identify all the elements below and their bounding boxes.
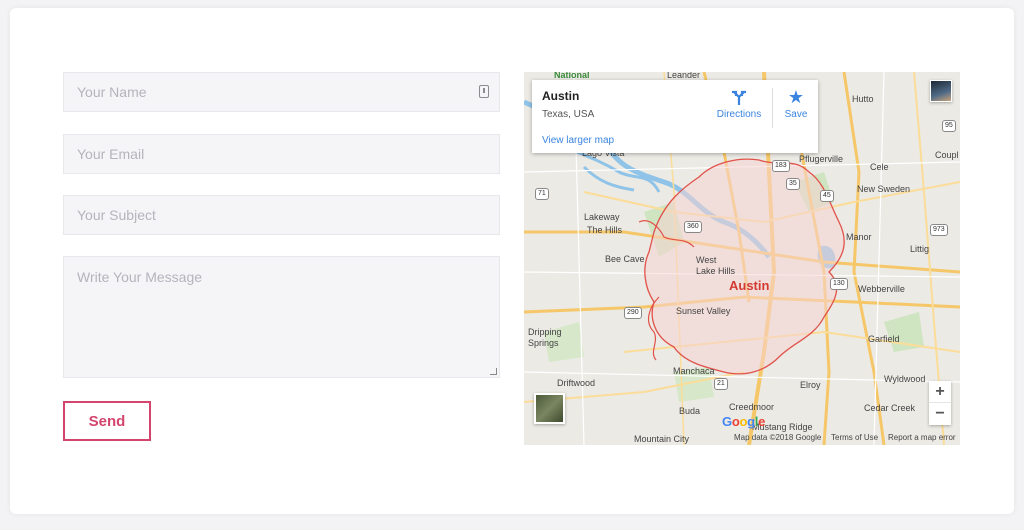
- place-label: National: [554, 72, 590, 80]
- view-larger-map-link[interactable]: View larger map: [542, 135, 614, 146]
- save-button[interactable]: ★ Save: [779, 88, 813, 120]
- zoom-out-button[interactable]: −: [929, 403, 951, 425]
- place-label: Manchaca: [673, 366, 715, 376]
- star-icon: ★: [787, 87, 805, 107]
- place-label: Cedar Creek: [864, 403, 916, 413]
- place-label: West Lake Hills: [696, 255, 736, 276]
- highway-shield: 183: [772, 160, 790, 172]
- email-placeholder: Your Email: [77, 146, 145, 162]
- place-label: Hutto: [852, 94, 874, 104]
- place-label: Driftwood: [557, 378, 596, 388]
- place-label: Coupl: [935, 150, 959, 160]
- email-input[interactable]: Your Email: [63, 134, 500, 174]
- place-label: Garfield: [868, 334, 900, 344]
- place-label: Dripping Springs: [528, 327, 562, 348]
- highway-shield: 130: [830, 278, 848, 290]
- highway-shield: 290: [624, 307, 642, 319]
- name-placeholder: Your Name: [77, 84, 147, 100]
- satellite-toggle-button[interactable]: [534, 393, 565, 424]
- highway-shield: 21: [714, 378, 728, 390]
- place-label: Pflugerville: [799, 154, 844, 164]
- google-logo: Google: [722, 414, 766, 429]
- highway-shield: 973: [930, 224, 948, 236]
- subject-placeholder: Your Subject: [77, 207, 156, 223]
- place-label: Creedmoor: [729, 402, 775, 412]
- highway-shield: 360: [684, 221, 702, 233]
- place-label: The Hills: [587, 225, 623, 235]
- resize-handle-icon[interactable]: [490, 368, 497, 375]
- save-label: Save: [784, 109, 808, 120]
- directions-icon: [732, 90, 746, 105]
- place-label: Littig: [910, 244, 930, 254]
- place-label: Wyldwood: [884, 374, 926, 384]
- google-map[interactable]: National Leander Hutto Lago Vista Pfluge…: [524, 72, 960, 445]
- highway-shield: 71: [535, 188, 549, 200]
- place-label: New Sweden: [857, 184, 911, 194]
- directions-label: Directions: [716, 109, 762, 120]
- map-data-text: Map data ©2018 Google: [734, 433, 822, 442]
- place-label: Leander: [667, 72, 701, 80]
- highway-shield: 45: [820, 190, 834, 202]
- place-label: Cele: [870, 162, 889, 172]
- place-label: Lakeway: [584, 212, 620, 222]
- name-input[interactable]: Your Name: [63, 72, 500, 112]
- infobox-divider: [772, 88, 773, 128]
- contact-card: Your Name Your Email Your Subject Write …: [10, 8, 1014, 514]
- message-placeholder: Write Your Message: [77, 269, 203, 285]
- report-error-link[interactable]: Report a map error: [888, 433, 956, 442]
- place-label: Elroy: [800, 380, 821, 390]
- place-subtitle: Texas, USA: [542, 109, 595, 120]
- place-label: Webberville: [858, 284, 905, 294]
- place-label: Sunset Valley: [676, 306, 731, 316]
- highway-shield: 35: [786, 178, 800, 190]
- place-label: Manor: [846, 232, 872, 242]
- zoom-in-button[interactable]: +: [929, 381, 951, 403]
- send-button[interactable]: Send: [63, 401, 151, 441]
- terms-link[interactable]: Terms of Use: [831, 433, 878, 442]
- place-label: Buda: [679, 406, 701, 416]
- place-label-austin: Austin: [729, 278, 770, 293]
- place-infobox: Austin Texas, USA View larger map Direct…: [532, 80, 818, 153]
- message-textarea[interactable]: Write Your Message: [63, 256, 500, 378]
- user-avatar[interactable]: [930, 80, 952, 102]
- subject-input[interactable]: Your Subject: [63, 195, 500, 235]
- highway-shield: 95: [942, 120, 956, 132]
- place-label: Bee Cave: [605, 254, 645, 264]
- directions-button[interactable]: Directions: [715, 88, 763, 120]
- map-attribution: Map data ©2018 Google Terms of Use Repor…: [524, 430, 960, 445]
- contact-card-icon: [479, 85, 489, 98]
- place-title: Austin: [542, 89, 580, 103]
- zoom-controls: + −: [929, 381, 951, 425]
